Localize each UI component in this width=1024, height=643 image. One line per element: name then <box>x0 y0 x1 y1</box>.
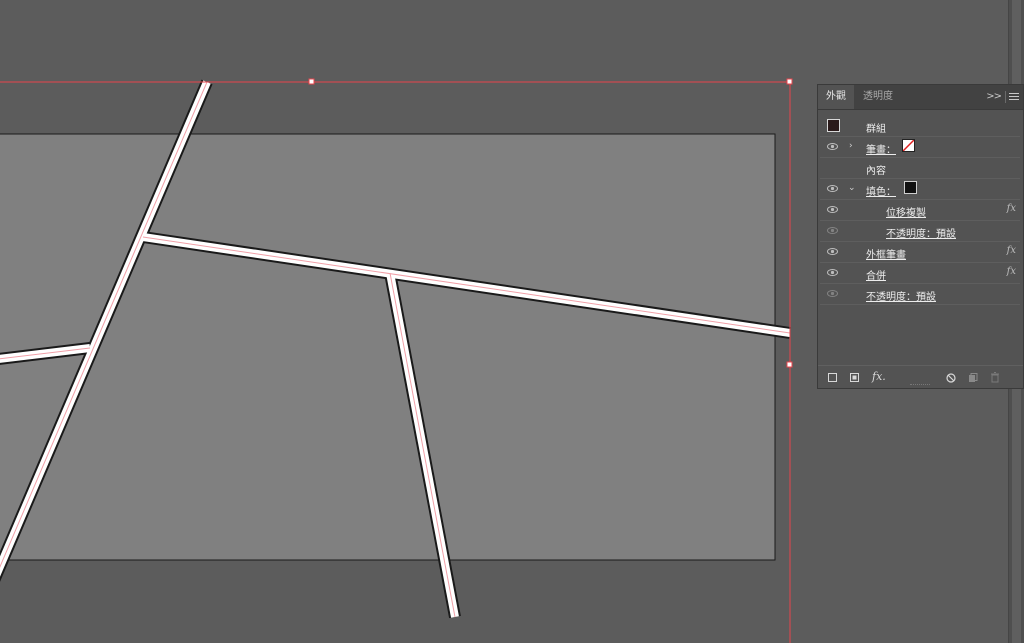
fx-icon[interactable]: fx <box>1007 245 1016 256</box>
panel-menu-icon[interactable] <box>1009 93 1019 101</box>
fx-icon[interactable]: fx <box>1007 203 1016 214</box>
square-filled-icon[interactable] <box>850 373 859 382</box>
row-label[interactable]: 不透明度：預設 <box>886 225 956 240</box>
fill-swatch[interactable] <box>904 181 917 194</box>
fx-icon[interactable]: fx <box>1007 266 1016 277</box>
selection-handle-right[interactable] <box>786 361 793 368</box>
appearance-row-stroke[interactable]: › 筆畫： <box>820 137 1020 158</box>
eye-icon[interactable] <box>827 185 838 192</box>
appearance-row-group[interactable]: 群組 <box>820 116 1020 137</box>
square-outline-icon[interactable] <box>828 373 837 382</box>
panel-tab-bar: 外觀 透明度 >> <box>818 85 1023 110</box>
eye-icon[interactable] <box>827 143 838 150</box>
row-label: 內容 <box>866 166 886 177</box>
appearance-row-opacity-inner[interactable]: 不透明度：預設 <box>820 221 1020 242</box>
tab-transparency[interactable]: 透明度 <box>855 85 901 109</box>
row-label: 群組 <box>866 124 886 135</box>
stroke-swatch[interactable] <box>902 139 915 152</box>
appearance-row-offset-path[interactable]: 位移複製 fx <box>820 200 1020 221</box>
row-label[interactable]: 填色： <box>866 183 896 198</box>
tab-appearance[interactable]: 外觀 <box>818 85 854 109</box>
eye-icon[interactable] <box>827 269 838 276</box>
row-label[interactable]: 外框筆畫 <box>866 246 906 261</box>
row-label[interactable]: 位移複製 <box>886 204 926 219</box>
selection-handle-top[interactable] <box>308 78 315 85</box>
appearance-row-opacity-outer[interactable]: 不透明度：預設 <box>820 284 1020 305</box>
eye-icon[interactable] <box>827 290 838 297</box>
chevron-down-icon[interactable]: ⌄ <box>848 183 856 193</box>
fx-menu-button[interactable]: fx. <box>872 370 886 383</box>
panel-resize-grip[interactable] <box>910 384 930 388</box>
appearance-row-contents[interactable]: 內容 <box>820 158 1020 179</box>
eye-icon[interactable] <box>827 206 838 213</box>
chevron-right-icon[interactable]: › <box>849 141 853 151</box>
collapse-panel-icon[interactable]: >> <box>986 85 1002 109</box>
row-label[interactable]: 不透明度：預設 <box>866 288 936 303</box>
artboard-rectangle[interactable] <box>0 133 776 561</box>
duplicate-icon[interactable] <box>968 373 978 383</box>
row-label[interactable]: 合併 <box>866 267 886 282</box>
no-entry-icon[interactable] <box>946 373 956 383</box>
appearance-row-outline-stroke[interactable]: 外框筆畫 fx <box>820 242 1020 263</box>
eye-icon[interactable] <box>827 248 838 255</box>
row-label[interactable]: 筆畫： <box>866 141 896 156</box>
appearance-row-merge[interactable]: 合併 fx <box>820 263 1020 284</box>
eye-icon[interactable] <box>827 227 838 234</box>
appearance-panel: 外觀 透明度 >> 群組 › 筆畫： 內容 ⌄ 填色： 位移複製 fx 不透明度… <box>817 84 1024 389</box>
appearance-row-fill[interactable]: ⌄ 填色： <box>820 179 1020 200</box>
group-thumbnail <box>827 119 840 132</box>
divider <box>1005 91 1006 103</box>
trash-icon[interactable] <box>990 372 1000 383</box>
selection-handle-top-right[interactable] <box>786 78 793 85</box>
